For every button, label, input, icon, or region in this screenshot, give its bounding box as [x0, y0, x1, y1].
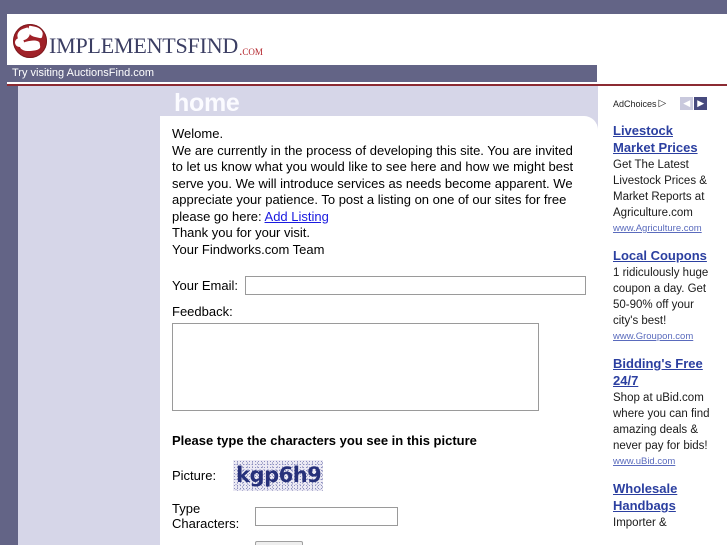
feedback-form: Your Email: Feedback: Please type the ch… [172, 276, 586, 545]
welcome-paragraph: We are currently in the process of devel… [172, 143, 586, 226]
globe-swirl-logo-icon [11, 22, 49, 60]
ad-sidebar: AdChoices ▷ ◀ ▶ Livestock Market Prices … [604, 96, 727, 545]
ad-prev-arrow-icon[interactable]: ◀ [680, 97, 694, 110]
send-button[interactable]: Send [255, 541, 304, 545]
logo-tld: .com [239, 43, 263, 58]
feedback-label: Feedback: [172, 304, 233, 319]
ad-description: Importer & [613, 517, 667, 529]
type-characters-label-line1: Type [172, 501, 201, 516]
top-purple-strip [0, 0, 727, 14]
email-input[interactable] [245, 276, 586, 295]
captcha-image: kgp6h9 [233, 460, 324, 491]
email-row: Your Email: [172, 276, 586, 295]
page-title: home [174, 89, 240, 117]
feedback-textarea[interactable] [172, 323, 539, 411]
welcome-paragraph-text: We are currently in the process of devel… [172, 142, 574, 224]
welcome-line-1: Welome. [172, 126, 224, 141]
welcome-line-4: Your Findworks.com Team [172, 241, 325, 257]
ad-title-link[interactable]: Local Coupons [613, 247, 718, 264]
header-divider-gap [7, 82, 597, 84]
captcha-picture-row: Picture: kgp6h9 [172, 460, 586, 491]
ad-url-link[interactable]: www.Groupon.com [613, 330, 718, 344]
ad-url-link[interactable]: www.uBid.com [613, 455, 718, 469]
captcha-characters: kgp6h9 [236, 463, 322, 487]
type-characters-label-line2: Characters: [172, 516, 240, 531]
ad-title-link[interactable]: Bidding's Free 24/7 [613, 355, 718, 389]
captcha-input-row: Type Characters: [172, 501, 586, 531]
page-body-background: home Welome. We are currently in the pro… [18, 86, 598, 545]
captcha-input[interactable] [255, 506, 398, 526]
ad-unit: Livestock Market Prices Get The Latest L… [604, 122, 718, 236]
promo-bar[interactable]: Try visiting AuctionsFind.com [7, 65, 597, 82]
site-logo[interactable]: implementsfind .com [11, 15, 263, 64]
welcome-text: Welome. We are currently in the process … [172, 126, 586, 258]
page-root: implementsfind .com Try visiting Auction… [0, 0, 727, 545]
content-card: Welome. We are currently in the process … [160, 116, 598, 545]
ad-unit: Local Coupons 1 ridiculously huge coupon… [604, 247, 718, 344]
add-listing-link[interactable]: Add Listing [265, 209, 329, 224]
site-header-logo-band: implementsfind .com [7, 14, 727, 65]
adchoices-label[interactable]: AdChoices [604, 99, 657, 109]
adchoices-triangle-icon[interactable]: ▷ [659, 98, 667, 109]
ad-nav-arrows: ◀ ▶ [680, 97, 708, 110]
left-purple-rail [0, 14, 7, 545]
left-purple-rail-inner [7, 86, 18, 545]
welcome-line-3: Thank you for your visit. [172, 225, 310, 240]
ad-description: Shop at uBid.com where you can find amaz… [613, 392, 710, 452]
logo-wordmark: implementsfind [49, 25, 239, 60]
picture-label: Picture: [172, 468, 217, 483]
ad-next-arrow-icon[interactable]: ▶ [694, 97, 708, 110]
ad-description: Get The Latest Livestock Prices & Market… [613, 159, 707, 219]
adchoices-row: AdChoices ▷ ◀ ▶ [604, 96, 727, 111]
ad-url-link[interactable]: www.Agriculture.com [613, 222, 718, 236]
ad-title-link[interactable]: Wholesale Handbags [613, 480, 718, 514]
ad-title-link[interactable]: Livestock Market Prices [613, 122, 718, 156]
ad-description: 1 ridiculously huge coupon a day. Get 50… [613, 267, 709, 327]
ad-unit: Wholesale Handbags Importer & [604, 480, 718, 531]
send-row: Send [172, 541, 586, 545]
email-label: Your Email: [172, 278, 238, 293]
ad-unit: Bidding's Free 24/7 Shop at uBid.com whe… [604, 355, 718, 469]
captcha-heading: Please type the characters you see in th… [172, 433, 477, 448]
type-characters-label: Type Characters: [172, 501, 245, 531]
